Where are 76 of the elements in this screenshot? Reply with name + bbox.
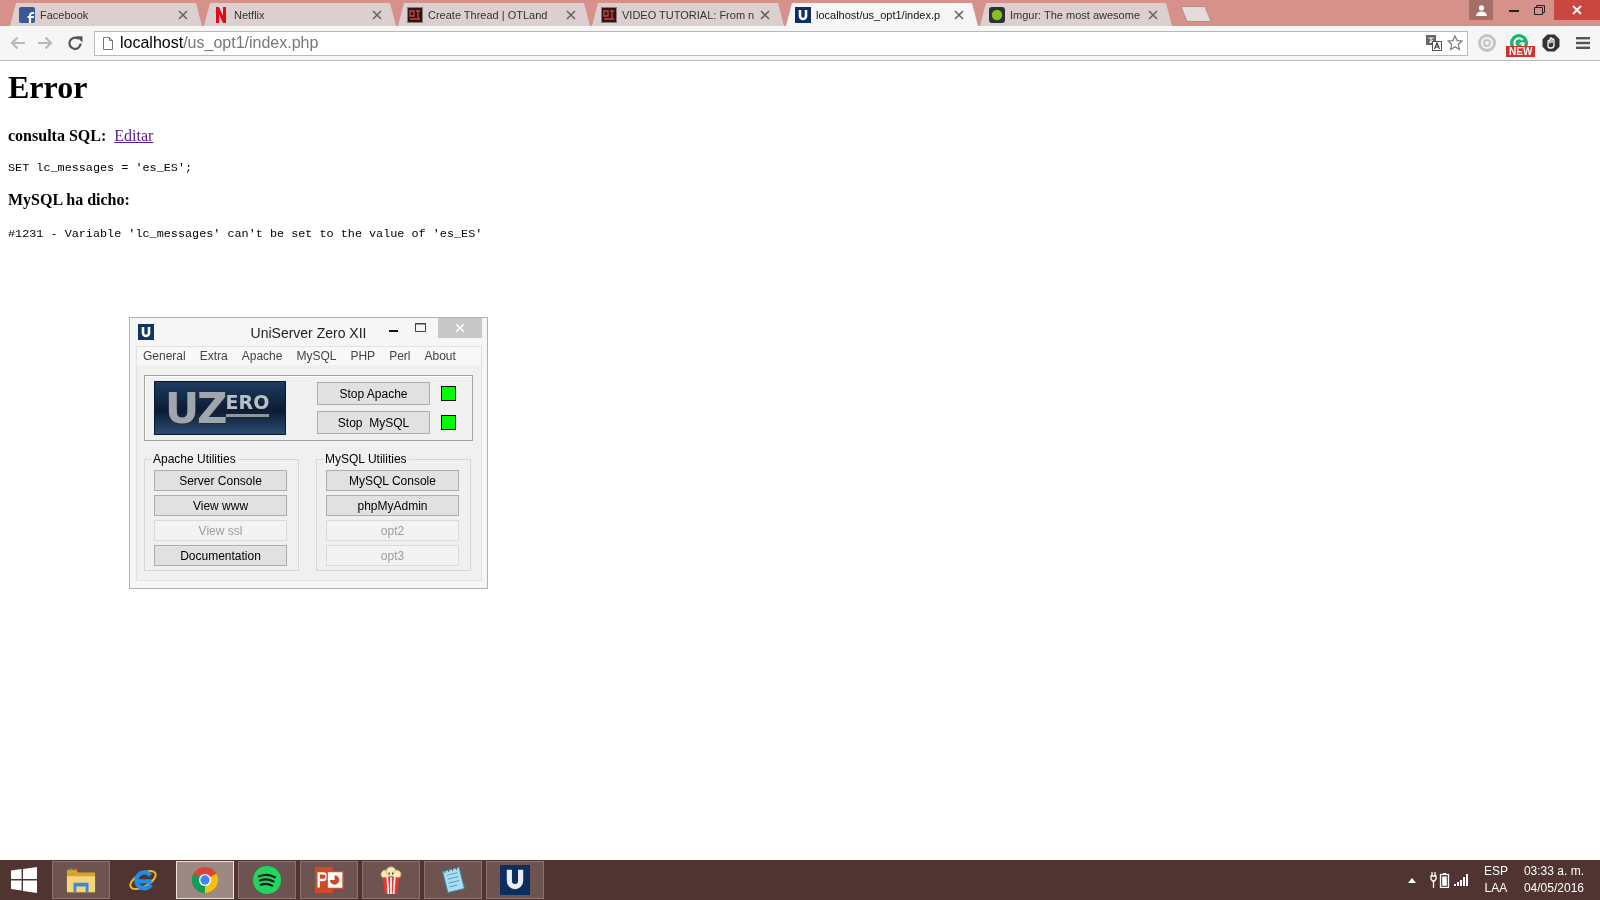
- utility-button[interactable]: View www: [154, 495, 287, 516]
- reload-icon[interactable]: [67, 35, 83, 51]
- close-icon: [1572, 5, 1582, 15]
- taskbar-button[interactable]: [52, 861, 110, 899]
- utility-button[interactable]: MySQL Console: [326, 470, 459, 491]
- star-icon[interactable]: [1447, 35, 1463, 51]
- group-title: Apache Utilities: [152, 452, 237, 466]
- menu-item[interactable]: Apache: [241, 349, 283, 363]
- service-button[interactable]: Stop MySQL: [317, 411, 430, 434]
- close-icon[interactable]: [372, 9, 382, 20]
- profile-button[interactable]: [1469, 0, 1493, 20]
- sql-query: SET lc_messages = 'es_ES';: [8, 161, 193, 175]
- letter-u-icon: [500, 865, 530, 895]
- error-message: #1231 - Variable 'lc_messages' can't be set to the value of 'es_ES': [8, 227, 483, 241]
- browser-tab[interactable]: VIDEO TUTORIAL: From n: [592, 3, 784, 26]
- circle-icon: [989, 6, 1005, 23]
- close-icon[interactable]: [1148, 9, 1158, 20]
- maximize-icon[interactable]: [415, 323, 426, 332]
- translate-icon[interactable]: [1426, 35, 1442, 51]
- keyboard-layout[interactable]: LAA: [1484, 880, 1508, 897]
- window-title: UniServer Zero XII: [250, 324, 367, 341]
- utility-button[interactable]: Server Console: [154, 470, 287, 491]
- menu-item[interactable]: Perl: [389, 349, 411, 363]
- edit-link[interactable]: Editar: [114, 127, 154, 144]
- close-button[interactable]: [1554, 0, 1600, 20]
- browser-tab[interactable]: Create Thread | OTLand: [398, 3, 590, 26]
- clock-date[interactable]: 04/05/2016: [1523, 880, 1584, 897]
- close-icon[interactable]: [566, 9, 576, 20]
- page-icon: [103, 36, 113, 50]
- taskbar-button[interactable]: [486, 861, 544, 899]
- browser-tab[interactable]: Facebook: [10, 3, 202, 26]
- browser-tab[interactable]: localhost/us_opt1/index.p: [786, 3, 978, 26]
- letter-u-icon: [138, 324, 154, 340]
- taskbar-button[interactable]: [362, 861, 420, 899]
- menu-item[interactable]: About: [424, 349, 456, 363]
- close-icon[interactable]: [954, 9, 964, 20]
- square-logo-icon: [407, 6, 423, 23]
- menu-item[interactable]: General: [143, 349, 186, 363]
- sound-waves-icon: [252, 865, 282, 895]
- chevron-up-icon[interactable]: [1407, 877, 1416, 883]
- battery-plug-icon[interactable]: [1429, 872, 1450, 888]
- letter-u-icon: [795, 6, 811, 23]
- query-label: consulta SQL:: [8, 127, 107, 144]
- browser-tab[interactable]: Netflix: [204, 3, 396, 26]
- presentation-icon: [314, 865, 344, 895]
- close-icon[interactable]: [178, 9, 188, 20]
- letter-n-icon: [213, 6, 229, 23]
- taskbar-button[interactable]: [300, 861, 358, 899]
- square-logo-icon: [601, 6, 617, 23]
- restore-icon[interactable]: [1534, 5, 1545, 15]
- language-code[interactable]: ESP: [1483, 863, 1508, 880]
- utility-button[interactable]: Documentation: [154, 545, 287, 566]
- address-field[interactable]: localhost/us_opt1/index.php: [94, 30, 1468, 56]
- taskbar-button[interactable]: [238, 861, 296, 899]
- user-icon: [1475, 4, 1487, 16]
- menu-item[interactable]: Extra: [199, 349, 228, 363]
- folder-icon: [66, 865, 96, 895]
- circle-logo-icon: [190, 865, 220, 895]
- close-icon[interactable]: [760, 9, 770, 20]
- service-button[interactable]: Stop Apache: [317, 382, 430, 405]
- new-badge: NEW: [1506, 46, 1536, 57]
- menu-item[interactable]: PHP: [350, 349, 376, 363]
- close-icon: [455, 323, 465, 333]
- utility-button[interactable]: phpMyAdmin: [326, 495, 459, 516]
- page-heading: Error: [8, 69, 88, 106]
- four-panes-icon: [11, 867, 37, 893]
- browser-tab[interactable]: Imgur: The most awesome: [980, 3, 1172, 26]
- hand-icon[interactable]: [1542, 34, 1560, 52]
- url-text[interactable]: localhost/us_opt1/index.php: [120, 34, 319, 52]
- menu-item[interactable]: MySQL: [296, 349, 337, 363]
- response-label: MySQL ha dicho:: [8, 191, 130, 209]
- clock-time[interactable]: 03:33 a. m.: [1523, 863, 1584, 880]
- group-title: MySQL Utilities: [324, 452, 408, 466]
- menu-icon[interactable]: [1576, 36, 1590, 50]
- letter-f-icon: [19, 6, 35, 23]
- signal-bars-icon[interactable]: [1453, 874, 1468, 886]
